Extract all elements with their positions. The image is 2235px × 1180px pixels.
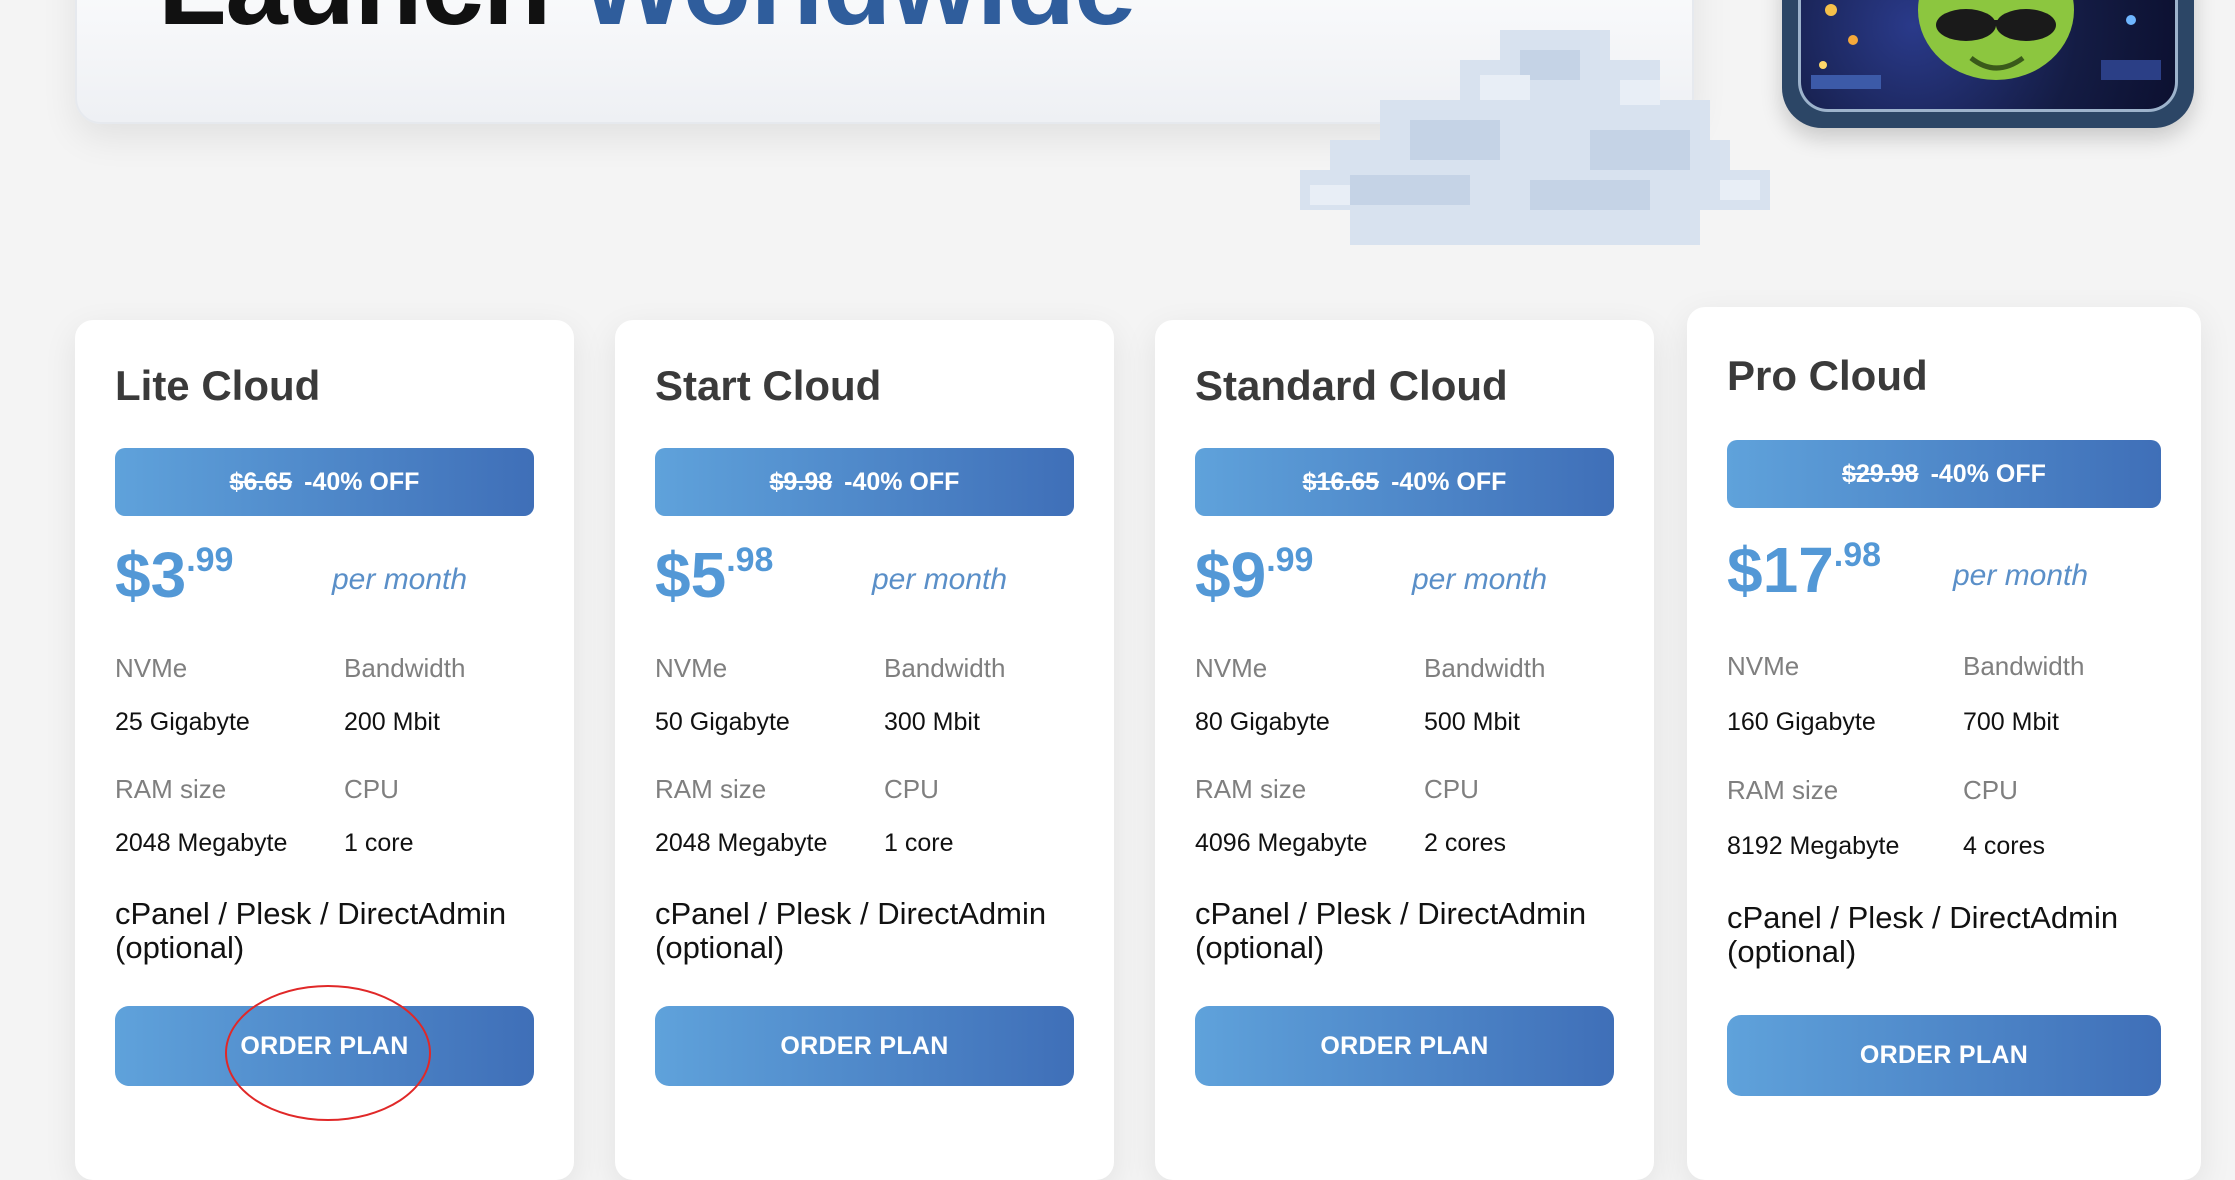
- plan-card-pro: Pro Cloud $29.98 -40% OFF $17.98 per mon…: [1687, 307, 2201, 1180]
- price-dollars: $3: [115, 539, 187, 611]
- spec-value-bandwidth: 200 Mbit: [344, 708, 440, 736]
- spec-value-ram: 4096 Megabyte: [1195, 829, 1368, 857]
- spec-label-nvme: NVMe: [1727, 651, 1800, 681]
- billing-period: per month: [1953, 559, 2089, 592]
- hero-title-accent: Worldwide: [580, 0, 1136, 48]
- price-dollars: $9: [1195, 539, 1267, 611]
- control-panel-note: cPanel / Plesk / DirectAdmin (optional): [115, 896, 507, 965]
- spec-label-bandwidth: Bandwidth: [884, 653, 1006, 683]
- control-panel-note: cPanel / Plesk / DirectAdmin (optional): [1727, 900, 2119, 969]
- pixel-cloud-icon: [1300, 30, 1770, 245]
- old-price: $29.98: [1842, 459, 1919, 488]
- discount-label: -40% OFF: [844, 467, 960, 496]
- billing-period: per month: [872, 563, 1008, 596]
- spec-value-nvme: 50 Gigabyte: [655, 708, 790, 736]
- old-price: $16.65: [1302, 467, 1380, 496]
- price-cents: .98: [1833, 536, 1882, 574]
- avatar-image: [1798, 0, 2178, 112]
- spec-value-cpu: 1 core: [344, 829, 414, 857]
- avatar-frame: [1782, 0, 2194, 128]
- plan-title: Standard Cloud: [1195, 362, 1508, 409]
- plan-title: Start Cloud: [655, 362, 882, 409]
- order-plan-button[interactable]: ORDER PLAN: [1727, 1015, 2161, 1096]
- price-dollars: $5: [655, 539, 727, 611]
- spec-label-nvme: NVMe: [115, 653, 188, 683]
- spec-value-bandwidth: 300 Mbit: [884, 708, 980, 736]
- spec-label-cpu: CPU: [344, 774, 399, 804]
- discount-banner: $16.65 -40% OFF: [1195, 448, 1614, 516]
- spec-label-cpu: CPU: [884, 774, 939, 804]
- spec-value-nvme: 160 Gigabyte: [1727, 708, 1876, 736]
- plan-price: $5.98: [655, 538, 773, 612]
- spec-value-nvme: 80 Gigabyte: [1195, 708, 1330, 736]
- plan-card-standard: Standard Cloud $16.65 -40% OFF $9.99 per…: [1155, 320, 1654, 1180]
- price-dollars: $17: [1727, 534, 1834, 606]
- price-cents: .99: [1266, 541, 1314, 579]
- spec-label-nvme: NVMe: [1195, 653, 1268, 683]
- plan-card-start: Start Cloud $9.98 -40% OFF $5.98 per mon…: [615, 320, 1114, 1180]
- order-plan-button[interactable]: ORDER PLAN: [655, 1006, 1074, 1086]
- order-plan-button[interactable]: ORDER PLAN: [115, 1006, 534, 1086]
- discount-label: -40% OFF: [1930, 459, 2046, 488]
- order-plan-button[interactable]: ORDER PLAN: [1195, 1006, 1614, 1086]
- billing-period: per month: [332, 563, 468, 596]
- plan-price: $3.99: [115, 538, 233, 612]
- hero-title: LaunchWorldwide: [158, 0, 1136, 42]
- old-price: $6.65: [229, 467, 293, 496]
- spec-value-ram: 2048 Megabyte: [115, 829, 288, 857]
- old-price: $9.98: [769, 467, 833, 496]
- billing-period: per month: [1412, 563, 1548, 596]
- spec-label-cpu: CPU: [1963, 775, 2018, 805]
- spec-value-bandwidth: 500 Mbit: [1424, 708, 1520, 736]
- control-panel-note: cPanel / Plesk / DirectAdmin (optional): [655, 896, 1047, 965]
- discount-label: -40% OFF: [1391, 467, 1507, 496]
- spec-label-bandwidth: Bandwidth: [1963, 651, 2085, 681]
- plan-card-lite: Lite Cloud $6.65 -40% OFF $3.99 per mont…: [75, 320, 574, 1180]
- control-panel-note: cPanel / Plesk / DirectAdmin (optional): [1195, 896, 1587, 965]
- spec-label-ram: RAM size: [1195, 774, 1307, 804]
- spec-label-bandwidth: Bandwidth: [344, 653, 466, 683]
- plan-price: $9.99: [1195, 538, 1313, 612]
- plan-price: $17.98: [1727, 533, 1881, 607]
- spec-value-bandwidth: 700 Mbit: [1963, 708, 2059, 736]
- spec-label-ram: RAM size: [1727, 775, 1839, 805]
- spec-value-cpu: 2 cores: [1424, 829, 1506, 857]
- price-cents: .99: [186, 541, 234, 579]
- spec-value-nvme: 25 Gigabyte: [115, 708, 250, 736]
- plan-title: Pro Cloud: [1727, 352, 1928, 399]
- spec-label-ram: RAM size: [655, 774, 767, 804]
- discount-banner: $6.65 -40% OFF: [115, 448, 534, 516]
- discount-banner: $29.98 -40% OFF: [1727, 440, 2161, 508]
- discount-banner: $9.98 -40% OFF: [655, 448, 1074, 516]
- spec-label-nvme: NVMe: [655, 653, 728, 683]
- spec-value-cpu: 1 core: [884, 829, 954, 857]
- spec-label-cpu: CPU: [1424, 774, 1479, 804]
- discount-label: -40% OFF: [304, 467, 420, 496]
- spec-label-bandwidth: Bandwidth: [1424, 653, 1546, 683]
- plan-title: Lite Cloud: [115, 362, 321, 409]
- spec-value-ram: 8192 Megabyte: [1727, 832, 1900, 860]
- spec-label-ram: RAM size: [115, 774, 227, 804]
- spec-value-ram: 2048 Megabyte: [655, 829, 828, 857]
- spec-value-cpu: 4 cores: [1963, 832, 2045, 860]
- alien-avatar-icon: [1811, 0, 2161, 89]
- hero-title-dark: Launch: [158, 0, 551, 48]
- price-cents: .98: [726, 541, 774, 579]
